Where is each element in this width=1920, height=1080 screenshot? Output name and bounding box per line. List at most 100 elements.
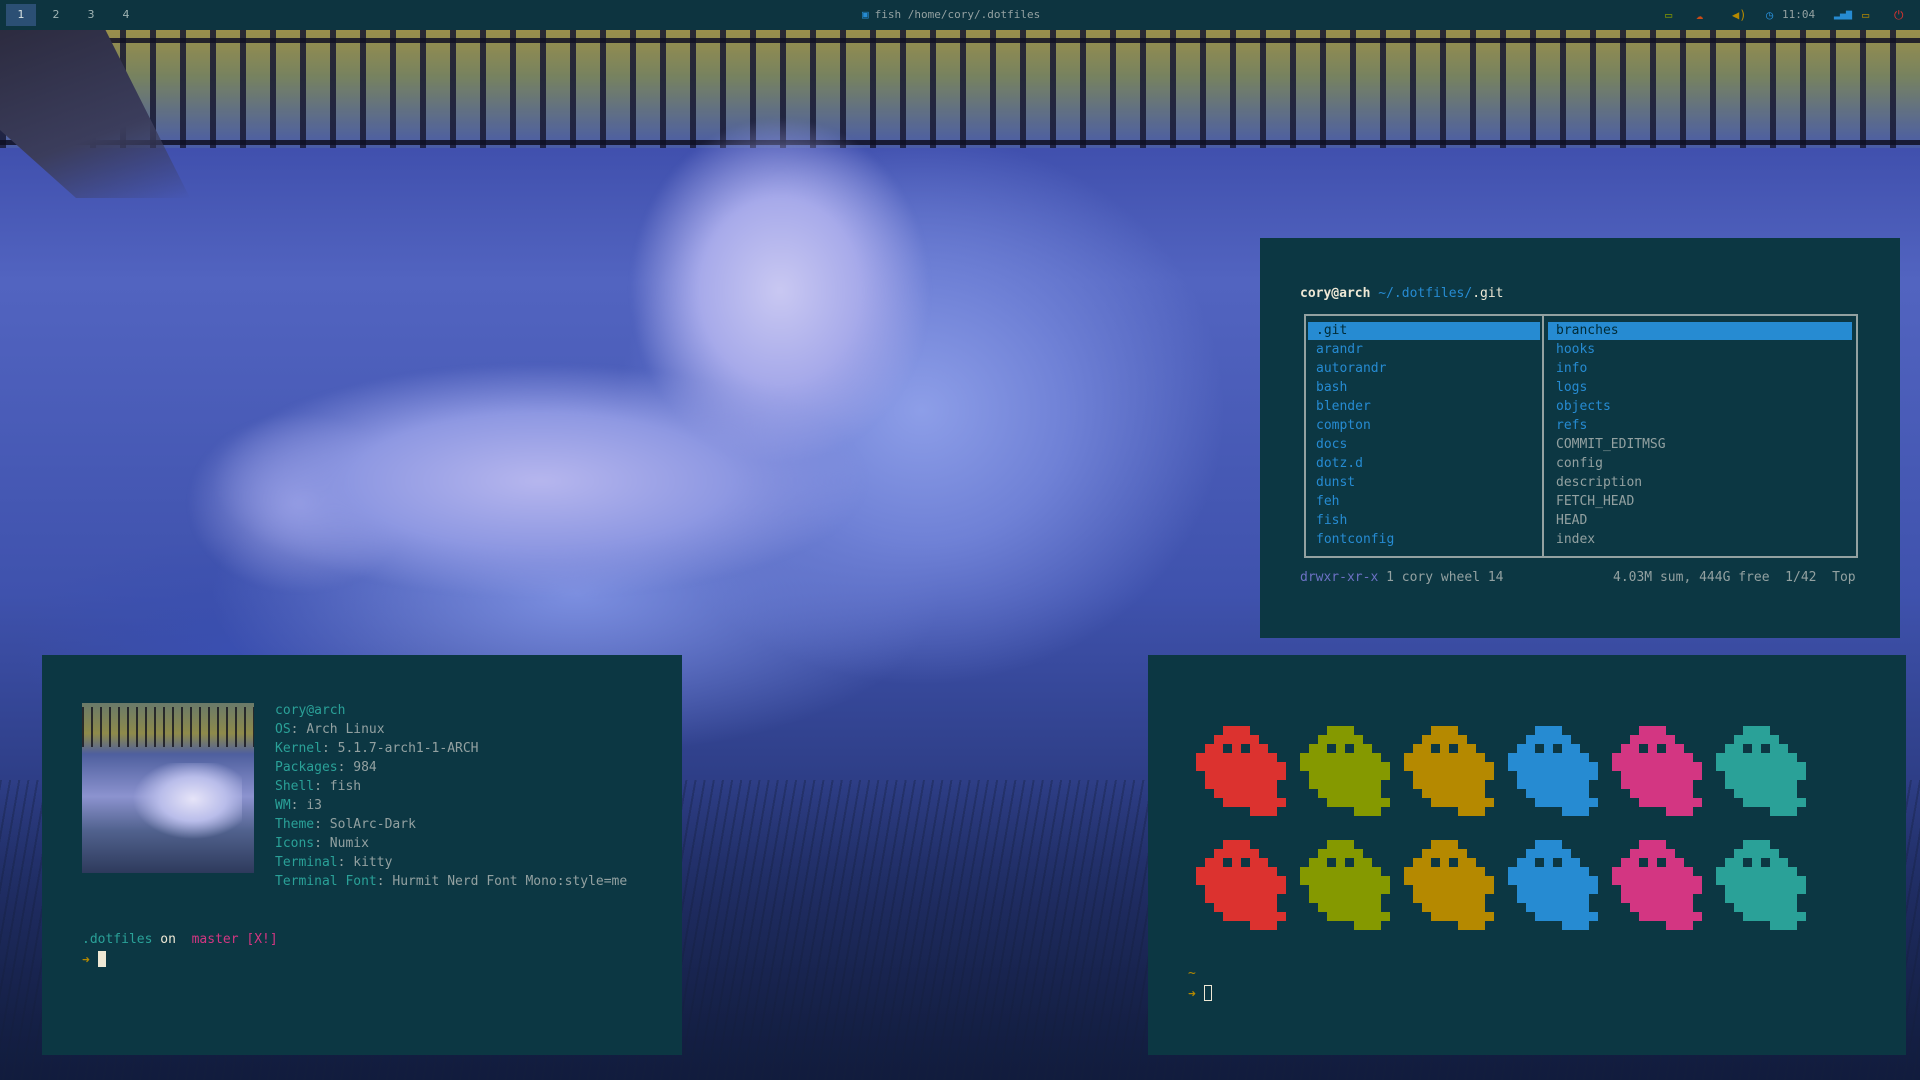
- status-bar: 1 2 3 4 ▣ fish /home/cory/.dotfiles ▭ ☁ ◀…: [0, 0, 1920, 30]
- neofetch-title: cory@arch: [275, 703, 346, 718]
- workspace-1[interactable]: 1: [6, 4, 36, 26]
- ranger-dir-entry[interactable]: objects: [1548, 398, 1852, 416]
- prompt-tilde: ~: [1188, 966, 1196, 981]
- ghosts-input-line[interactable]: ➜: [1188, 985, 1212, 1002]
- workspace-3[interactable]: 3: [76, 4, 106, 26]
- ghost-icon: [1716, 726, 1806, 816]
- ranger-path-current: .git: [1472, 286, 1504, 301]
- ranger-dir-entry[interactable]: arandr: [1308, 341, 1540, 359]
- battery-icon[interactable]: ▭: [1665, 0, 1672, 30]
- ranger-file-entry[interactable]: FETCH_HEAD: [1548, 493, 1852, 511]
- power-icon[interactable]: ⏻: [1894, 0, 1904, 30]
- neofetch-field-value: kitty: [353, 855, 393, 870]
- neofetch-field: WM: i3: [275, 798, 322, 813]
- ghost-icon: [1508, 840, 1598, 930]
- ranger-dir-entry[interactable]: logs: [1548, 379, 1852, 397]
- fish-prompt: .dotfiles on master [X!]: [82, 932, 278, 947]
- ranger-dir-entry[interactable]: blender: [1308, 398, 1540, 416]
- workspace-2[interactable]: 2: [41, 4, 71, 26]
- ranger-dir-entry[interactable]: fish: [1308, 512, 1540, 530]
- neofetch-field-value: SolArc-Dark: [329, 817, 416, 832]
- neofetch-field-value: 5.1.7-arch1-1-ARCH: [337, 741, 479, 756]
- prompt-status: [X!]: [246, 932, 278, 947]
- ghost-icon: [1196, 726, 1286, 816]
- neofetch-field: Icons: Numix: [275, 836, 369, 851]
- ghost-icon: [1612, 840, 1702, 930]
- ghost-icon: [1404, 840, 1494, 930]
- ranger-file-entry[interactable]: HEAD: [1548, 512, 1852, 530]
- ghost-icon: [1508, 726, 1598, 816]
- ghost-icon: [1300, 726, 1390, 816]
- prompt-arrow-icon: ➜: [82, 953, 90, 968]
- prompt-on: on: [160, 932, 176, 947]
- prompt-arrow-icon: ➜: [1188, 987, 1196, 1002]
- neofetch-field-key: Theme: [275, 817, 315, 832]
- neofetch-field-key: OS: [275, 722, 291, 737]
- neofetch-field-key: Icons: [275, 836, 315, 851]
- ghost-icon: [1404, 726, 1494, 816]
- ranger-file-entry[interactable]: description: [1548, 474, 1852, 492]
- ranger-dir-entry[interactable]: info: [1548, 360, 1852, 378]
- neofetch-field-value: i3: [306, 798, 322, 813]
- wallpaper-dog: [120, 100, 1120, 660]
- ghost-icon: [1196, 840, 1286, 930]
- workspace-4[interactable]: 4: [111, 4, 141, 26]
- ranger-dir-entry[interactable]: fontconfig: [1308, 531, 1540, 549]
- status-info: 1 cory wheel 14: [1386, 570, 1504, 585]
- ranger-dir-entry[interactable]: docs: [1308, 436, 1540, 454]
- neofetch-field: Kernel: 5.1.7-arch1-1-ARCH: [275, 741, 479, 756]
- ranger-dir-entry[interactable]: branches: [1548, 322, 1852, 340]
- ghost-icon: [1300, 840, 1390, 930]
- neofetch-field-key: Kernel: [275, 741, 322, 756]
- window-title-text: fish /home/cory/.dotfiles: [874, 8, 1041, 21]
- clock-icon: ◷: [1766, 8, 1774, 22]
- status-perms: drwxr-xr-x: [1300, 570, 1379, 585]
- neofetch-field-key: Terminal: [275, 855, 338, 870]
- ranger-status-line: drwxr-xr-x 1 cory wheel 14: [1300, 570, 1504, 585]
- prompt-dir: .dotfiles: [82, 932, 153, 947]
- ranger-user-host: cory@arch: [1300, 286, 1371, 301]
- ranger-file-entry[interactable]: COMMIT_EDITMSG: [1548, 436, 1852, 454]
- neofetch-image: [82, 703, 254, 873]
- ranger-dir-entry[interactable]: compton: [1308, 417, 1540, 435]
- signal-bars-icon[interactable]: ▂▄▆: [1834, 0, 1852, 30]
- ranger-dir-entry[interactable]: autorandr: [1308, 360, 1540, 378]
- neofetch-field-value: fish: [329, 779, 362, 794]
- neofetch-field: Terminal: kitty: [275, 855, 393, 870]
- text-cursor: [1203, 985, 1212, 1001]
- fish-input-line[interactable]: ➜: [82, 951, 106, 968]
- neofetch-field-value: Arch Linux: [306, 722, 385, 737]
- neofetch-field-key: Shell: [275, 779, 315, 794]
- ranger-dir-entry[interactable]: bash: [1308, 379, 1540, 397]
- clock-text: 11:04: [1782, 8, 1816, 21]
- ranger-path-prefix: ~/.dotfiles/: [1378, 286, 1473, 301]
- ranger-header: cory@arch ~/.dotfiles/.git: [1300, 286, 1504, 301]
- neofetch-field-key: Packages: [275, 760, 338, 775]
- volume-icon[interactable]: ◀): [1732, 0, 1746, 30]
- focused-window-title: ▣ fish /home/cory/.dotfiles: [862, 0, 1040, 30]
- neofetch-field-value: 984: [353, 760, 377, 775]
- neofetch-field-value: Numix: [329, 836, 369, 851]
- cloud-upload-icon[interactable]: ☁: [1696, 0, 1703, 30]
- neofetch-field-key: WM: [275, 798, 291, 813]
- ranger-dir-entry[interactable]: dotz.d: [1308, 455, 1540, 473]
- neofetch-field: Terminal Font: Hurmit Nerd Font Mono:sty…: [275, 874, 628, 889]
- prompt-branch: master: [191, 932, 239, 947]
- neofetch-field-key: Terminal Font: [275, 874, 377, 889]
- ranger-dir-entry[interactable]: feh: [1308, 493, 1540, 511]
- ranger-status-right: 4.03M sum, 444G free 1/42 Top: [1613, 570, 1856, 585]
- ranger-file-entry[interactable]: config: [1548, 455, 1852, 473]
- neofetch-field: OS: Arch Linux: [275, 722, 385, 737]
- ranger-dir-entry[interactable]: dunst: [1308, 474, 1540, 492]
- text-cursor: [97, 951, 106, 967]
- neofetch-field: Theme: SolArc-Dark: [275, 817, 416, 832]
- ghost-icon: [1716, 840, 1806, 930]
- ranger-file-entry[interactable]: index: [1548, 531, 1852, 549]
- ranger-dir-entry[interactable]: .git: [1308, 322, 1540, 340]
- ranger-dir-entry[interactable]: refs: [1548, 417, 1852, 435]
- ranger-dir-entry[interactable]: hooks: [1548, 341, 1852, 359]
- monitor-icon[interactable]: ▭: [1862, 0, 1869, 30]
- neofetch-field: Shell: fish: [275, 779, 362, 794]
- wallpaper-fence-rail: [0, 38, 1920, 43]
- ranger-pane-divider: [1542, 314, 1544, 558]
